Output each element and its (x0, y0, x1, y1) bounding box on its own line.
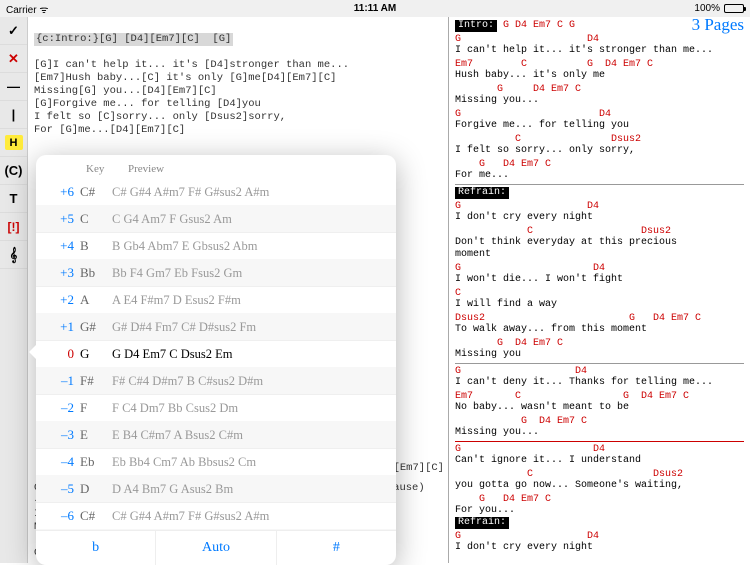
lyric-line: Can't ignore it... I understand (455, 455, 744, 467)
refrain-label: Refrain: (455, 187, 509, 199)
chord-line: G D4 Em7 C (455, 338, 744, 349)
transpose-header: Key Preview (36, 161, 396, 179)
highlight-button[interactable]: H (0, 129, 27, 157)
divider (455, 363, 744, 364)
cancel-button[interactable]: ✕ (0, 45, 27, 73)
lyric-line: To walk away... from this moment (455, 324, 744, 336)
transpose-row[interactable]: +6C#C# G#4 A#m7 F# G#sus2 A#m (36, 179, 396, 206)
transpose-row[interactable]: –6C#C# G#4 A#m7 F# G#sus2 A#m (36, 503, 396, 530)
transpose-row[interactable]: +1G#G# D#4 Fm7 C# D#sus2 Fm (36, 314, 396, 341)
transpose-row[interactable]: –5DD A4 Bm7 G Asus2 Bm (36, 476, 396, 503)
warning-button[interactable]: [!] (0, 213, 27, 241)
editor-fragment: [Em7][C] (394, 462, 444, 475)
transpose-row[interactable]: +2AA E4 F#m7 D Esus2 F#m (36, 287, 396, 314)
transpose-row[interactable]: –4EbEb Bb4 Cm7 Ab Bbsus2 Cm (36, 449, 396, 476)
battery-percent: 100% (694, 3, 720, 14)
chord-line: Em7 C G D4 Em7 C (455, 59, 744, 70)
chord-line: G D4 (455, 34, 744, 45)
chord-button[interactable]: (C) (0, 157, 27, 185)
carrier-label: Carrier ᯤ (6, 2, 48, 16)
lyric-line: No baby... wasn't meant to be (455, 402, 744, 414)
lyric-line: Don't think everyday at this precious (455, 237, 744, 249)
chord-line: C (455, 288, 744, 299)
transpose-row[interactable]: –1F#F# C#4 D#m7 B C#sus2 D#m (36, 368, 396, 395)
lyric-line: Hush baby... it's only me (455, 70, 744, 82)
lyric-line: Missing you... (455, 427, 744, 439)
lyric-line: For me... (455, 170, 744, 182)
refrain-label-2: Refrain: (455, 517, 509, 529)
lyric-line: I can't deny it... Thanks for telling me… (455, 377, 744, 389)
lyric-line: Forgive me... for telling you (455, 120, 744, 132)
toolbar-sidebar: ✓ ✕ — | H (C) T [!] 𝄞 (0, 17, 28, 563)
transpose-row[interactable]: –2FF C4 Dm7 Bb Csus2 Dm (36, 395, 396, 422)
transpose-row[interactable]: –3EE B4 C#m7 A Bsus2 C#m (36, 422, 396, 449)
text-button[interactable]: T (0, 185, 27, 213)
chord-line: C Dsus2 (455, 469, 744, 480)
lyric-line: I felt so sorry... only sorry, (455, 145, 744, 157)
song-preview: ▷ 3 Pages Intro: G D4 Em7 C G G D4I can'… (448, 17, 750, 563)
lyric-line: you gotta go now... Someone's waiting, (455, 480, 744, 492)
transpose-row[interactable]: +4BB Gb4 Abm7 E Gbsus2 Abm (36, 233, 396, 260)
transpose-row[interactable]: 0GG D4 Em7 C Dsus2 Em (36, 341, 396, 368)
auto-button[interactable]: Auto (156, 531, 276, 565)
lyric-line: I don't cry every night (455, 212, 744, 224)
bar-button[interactable]: | (0, 101, 27, 129)
divider (455, 184, 744, 185)
flat-button[interactable]: b (36, 531, 156, 565)
hr-button[interactable]: — (0, 73, 27, 101)
chord-line: C Dsus2 (455, 226, 744, 237)
sharp-button[interactable]: # (277, 531, 396, 565)
lyric-line: Missing you... (455, 95, 744, 107)
chord-line: G D4 Em7 C (455, 416, 744, 427)
lyric-line: Missing you (455, 349, 744, 361)
chord-line: G D4 (455, 366, 744, 377)
lyric-line: moment (455, 249, 744, 261)
chord-line: Dsus2 G D4 Em7 C (455, 313, 744, 324)
chord-line: G D4 Em7 C (455, 84, 744, 95)
chord-line: G D4 (455, 531, 744, 542)
chord-line: G D4 (455, 444, 744, 455)
transpose-row[interactable]: +3BbBb F4 Gm7 Eb Fsus2 Gm (36, 260, 396, 287)
chord-line: C Dsus2 (455, 134, 744, 145)
chord-line: G D4 (455, 109, 744, 120)
transpose-popover: Key Preview +6C#C# G#4 A#m7 F# G#sus2 A#… (36, 155, 396, 565)
lyric-line: I can't help it... it's stronger than me… (455, 45, 744, 57)
battery-icon (724, 4, 744, 13)
accept-button[interactable]: ✓ (0, 17, 27, 45)
transpose-row[interactable]: +5CC G4 Am7 F Gsus2 Am (36, 206, 396, 233)
chord-line: G D4 (455, 263, 744, 274)
status-bar: Carrier ᯤ 11:11 AM 100% (0, 0, 750, 17)
chord-line: Em7 C G D4 Em7 C (455, 391, 744, 402)
intro-chords: G D4 Em7 C G (497, 20, 575, 31)
clock: 11:11 AM (354, 3, 396, 14)
staff-button[interactable]: 𝄞 (0, 241, 27, 269)
lyric-line: For you... (455, 505, 744, 517)
intro-label: Intro: (455, 20, 497, 32)
wifi-icon: ᯤ (39, 5, 48, 16)
chord-line: G D4 Em7 C (455, 494, 744, 505)
pages-label[interactable]: 3 Pages (692, 19, 744, 31)
chord-line: G D4 (455, 201, 744, 212)
lyric-line: I will find a way (455, 299, 744, 311)
editor-body-1[interactable]: [G]I can't help it... it's [D4]stronger … (34, 59, 349, 136)
lyric-line: I don't cry every night (455, 542, 744, 554)
editor-line-intro[interactable]: {c:Intro:}[G] [D4][Em7][C] [G] (34, 33, 233, 46)
lyric-line: I won't die... I won't fight (455, 274, 744, 286)
red-divider (455, 441, 744, 442)
chord-line: G D4 Em7 C (455, 159, 744, 170)
